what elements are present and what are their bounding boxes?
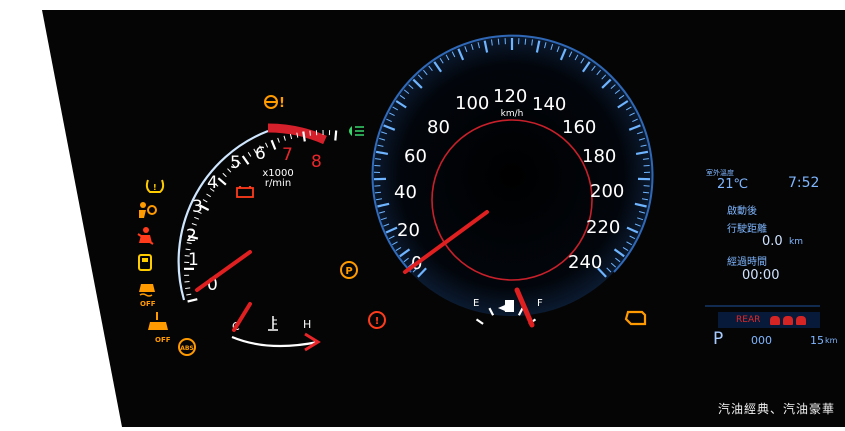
elapsed-time-value: 00:00 bbox=[742, 268, 779, 283]
tach-tick-4: 4 bbox=[207, 173, 218, 193]
rear-seat-center-icon bbox=[783, 316, 793, 325]
rear-seat-right-icon bbox=[796, 316, 806, 325]
speedometer-tick bbox=[643, 192, 649, 193]
svg-text:!: ! bbox=[279, 96, 285, 111]
tach-unit-line2: r/min bbox=[265, 178, 291, 189]
gear-indicator: P bbox=[713, 329, 723, 349]
traction-off-text: OFF bbox=[140, 300, 156, 308]
tach-tick-5: 5 bbox=[230, 153, 241, 173]
fuel-empty-label: E bbox=[473, 298, 479, 309]
speed-tick-100: 100 bbox=[455, 93, 489, 114]
svg-text:!: ! bbox=[375, 316, 380, 327]
tach-tick-3: 3 bbox=[192, 197, 203, 217]
speedometer-face bbox=[372, 36, 652, 316]
abs-text: ABS bbox=[180, 345, 194, 352]
speed-tick-180: 180 bbox=[582, 146, 616, 167]
trip-value: 15 bbox=[810, 334, 824, 347]
speed-tick-40: 40 bbox=[394, 182, 417, 203]
speed-tick-220: 220 bbox=[586, 217, 620, 238]
tachometer-tick bbox=[185, 282, 190, 283]
temp-hot-label: H bbox=[303, 318, 311, 331]
odometer-value: 000 bbox=[751, 334, 772, 347]
tachometer-tick bbox=[335, 131, 336, 141]
instrument-cluster: 0 1 2 3 4 5 6 7 8 x1000 r/min 0 20 40 60… bbox=[0, 0, 845, 427]
rear-seatbelt-icons bbox=[770, 316, 810, 326]
since-start-label: 啟動後 bbox=[727, 202, 757, 217]
speed-tick-160: 160 bbox=[562, 117, 596, 138]
speed-tick-240: 240 bbox=[568, 252, 602, 273]
tach-tick-1: 1 bbox=[188, 250, 199, 270]
distance-value: 0.0 bbox=[762, 234, 783, 249]
tachometer-tick bbox=[310, 131, 311, 136]
collision-off-text: OFF bbox=[155, 336, 171, 344]
speed-unit: km/h bbox=[501, 109, 524, 119]
tach-tick-7: 7 bbox=[282, 145, 293, 165]
fuel-full-label: F bbox=[537, 298, 543, 309]
distance-label: 行駛距離 bbox=[727, 220, 767, 235]
speed-tick-200: 200 bbox=[590, 181, 624, 202]
clock-display: 7:52 bbox=[788, 175, 819, 191]
speed-tick-20: 20 bbox=[397, 220, 420, 241]
speed-tick-140: 140 bbox=[532, 94, 566, 115]
speedometer-tick bbox=[644, 186, 650, 187]
speedometer-tick bbox=[525, 39, 526, 45]
speed-tick-80: 80 bbox=[427, 117, 450, 138]
speedometer-tick bbox=[498, 39, 499, 45]
speed-tick-60: 60 bbox=[404, 146, 427, 167]
rear-seat-left-icon bbox=[770, 316, 780, 325]
instrument-cluster-image: 0 1 2 3 4 5 6 7 8 x1000 r/min 0 20 40 60… bbox=[0, 0, 845, 427]
tach-tick-6: 6 bbox=[255, 144, 266, 164]
headlight-indicator-icon bbox=[349, 126, 364, 136]
tach-tick-2: 2 bbox=[186, 226, 197, 246]
parking-text: P bbox=[345, 266, 352, 277]
speed-tick-120: 120 bbox=[493, 86, 527, 107]
tach-tick-8: 8 bbox=[311, 152, 322, 172]
speedometer-tick bbox=[374, 186, 380, 187]
tachometer-tick bbox=[303, 132, 305, 142]
speedometer: 0 20 40 60 80 100 120 140 160 180 200 22… bbox=[372, 36, 652, 316]
image-caption: 汽油經典、汽油豪華 bbox=[718, 400, 835, 417]
elapsed-time-label: 經過時間 bbox=[727, 253, 767, 268]
distance-unit: km bbox=[789, 237, 803, 247]
speedometer-tick bbox=[375, 192, 381, 193]
tachometer-tick bbox=[185, 288, 190, 289]
svg-text:!: ! bbox=[153, 183, 157, 192]
rear-indicator-label: REAR bbox=[736, 315, 760, 325]
outside-temp-value: 21℃ bbox=[717, 177, 748, 192]
trip-unit: km bbox=[825, 336, 837, 345]
